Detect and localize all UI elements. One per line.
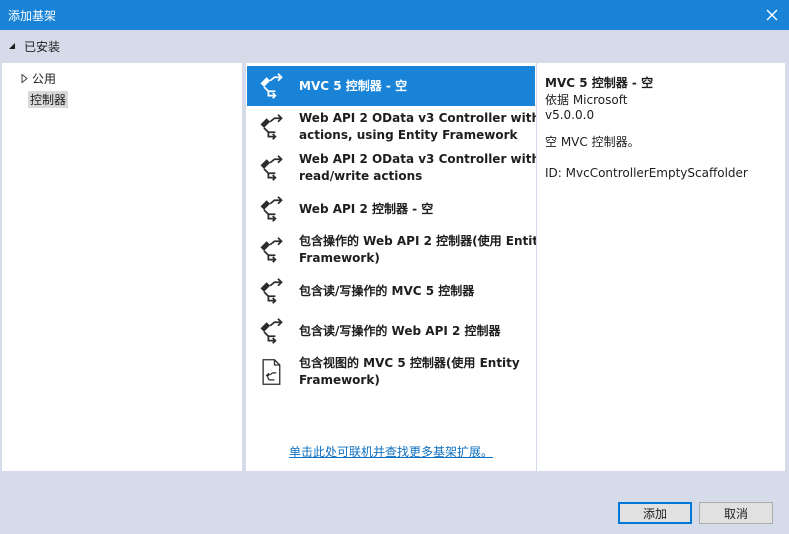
detail-description: 空 MVC 控制器。	[545, 135, 640, 149]
installed-section-header[interactable]: 已安装	[0, 30, 789, 62]
controller-icon	[259, 72, 283, 100]
installed-label: 已安装	[24, 39, 61, 54]
close-button[interactable]	[759, 2, 785, 28]
scaffold-item-mvc5-empty[interactable]: MVC 5 控制器 - 空	[247, 66, 535, 106]
title-bar: 添加基架	[0, 0, 789, 30]
tree-item-controller[interactable]: 控制器	[28, 90, 69, 108]
scaffold-item-name: Web API 2 控制器 - 空	[299, 202, 434, 216]
scaffold-item-webapi-odata-rw[interactable]: Web API 2 OData v3 Controller with read/w…	[247, 148, 536, 188]
scaffold-item-name: MVC 5 控制器 - 空	[299, 79, 408, 93]
scaffold-item-name: 包含读/写操作的 MVC 5 控制器	[299, 284, 475, 298]
scaffold-item-webapi-actions-ef[interactable]: 包含操作的 Web API 2 控制器(使用 Entity Framework)	[247, 230, 536, 270]
expanded-triangle-icon	[8, 41, 18, 51]
detail-author: 依据 Microsoft	[545, 93, 628, 107]
add-button[interactable]: 添加	[618, 502, 692, 524]
controller-icon	[259, 113, 283, 141]
tree-item-label: 控制器	[28, 90, 69, 108]
scaffold-item-name: 包含读/写操作的 Web API 2 控制器	[299, 324, 501, 338]
category-tree: 公用 控制器	[2, 63, 242, 471]
window-title: 添加基架	[8, 9, 57, 23]
controller-icon	[259, 154, 283, 182]
tree-item-public[interactable]: 公用	[18, 69, 58, 87]
controller-icon	[259, 236, 283, 264]
detail-id: ID: MvcControllerEmptyScaffolder	[545, 166, 748, 180]
details-pane: MVC 5 控制器 - 空 依据 Microsoft v5.0.0.0 空 MV…	[537, 63, 785, 471]
controller-icon	[259, 195, 283, 223]
cancel-button[interactable]: 取消	[699, 502, 773, 524]
controller-icon	[259, 277, 283, 305]
scaffold-item-name: 包含视图的 MVC 5 控制器(使用 Entity Framework)	[299, 356, 520, 387]
close-icon	[766, 9, 778, 21]
scaffold-item-mvc5-views-ef[interactable]: 包含视图的 MVC 5 控制器(使用 Entity Framework)	[247, 352, 535, 392]
controller-icon	[259, 317, 283, 345]
tree-item-label: 公用	[32, 71, 57, 86]
view-controller-icon	[262, 359, 281, 385]
scaffold-item-name: Web API 2 OData v3 Controller with read/w…	[299, 152, 536, 183]
add-scaffold-dialog: 添加基架 已安装 公用 控制器 MVC 5 控制器 - 空 Web API 2 …	[0, 0, 789, 534]
scaffold-list: MVC 5 控制器 - 空 Web API 2 OData v3 Control…	[246, 63, 536, 471]
scaffold-item-name: 包含操作的 Web API 2 控制器(使用 Entity Framework)	[299, 234, 536, 265]
detail-name: MVC 5 控制器 - 空	[545, 76, 654, 90]
scaffold-item-webapi-rw[interactable]: 包含读/写操作的 Web API 2 控制器	[247, 311, 535, 351]
detail-version: v5.0.0.0	[545, 108, 595, 122]
collapsed-triangle-icon[interactable]	[18, 72, 30, 84]
online-extensions-link[interactable]: 单击此处可联机并查找更多基架扩展。	[246, 443, 536, 460]
scaffold-item-name: Web API 2 OData v3 Controller with action…	[299, 111, 536, 142]
scaffold-item-webapi-empty[interactable]: Web API 2 控制器 - 空	[247, 189, 535, 229]
scaffold-item-webapi-odata-ef[interactable]: Web API 2 OData v3 Controller with action…	[247, 107, 536, 147]
scaffold-item-mvc5-rw[interactable]: 包含读/写操作的 MVC 5 控制器	[247, 271, 535, 311]
